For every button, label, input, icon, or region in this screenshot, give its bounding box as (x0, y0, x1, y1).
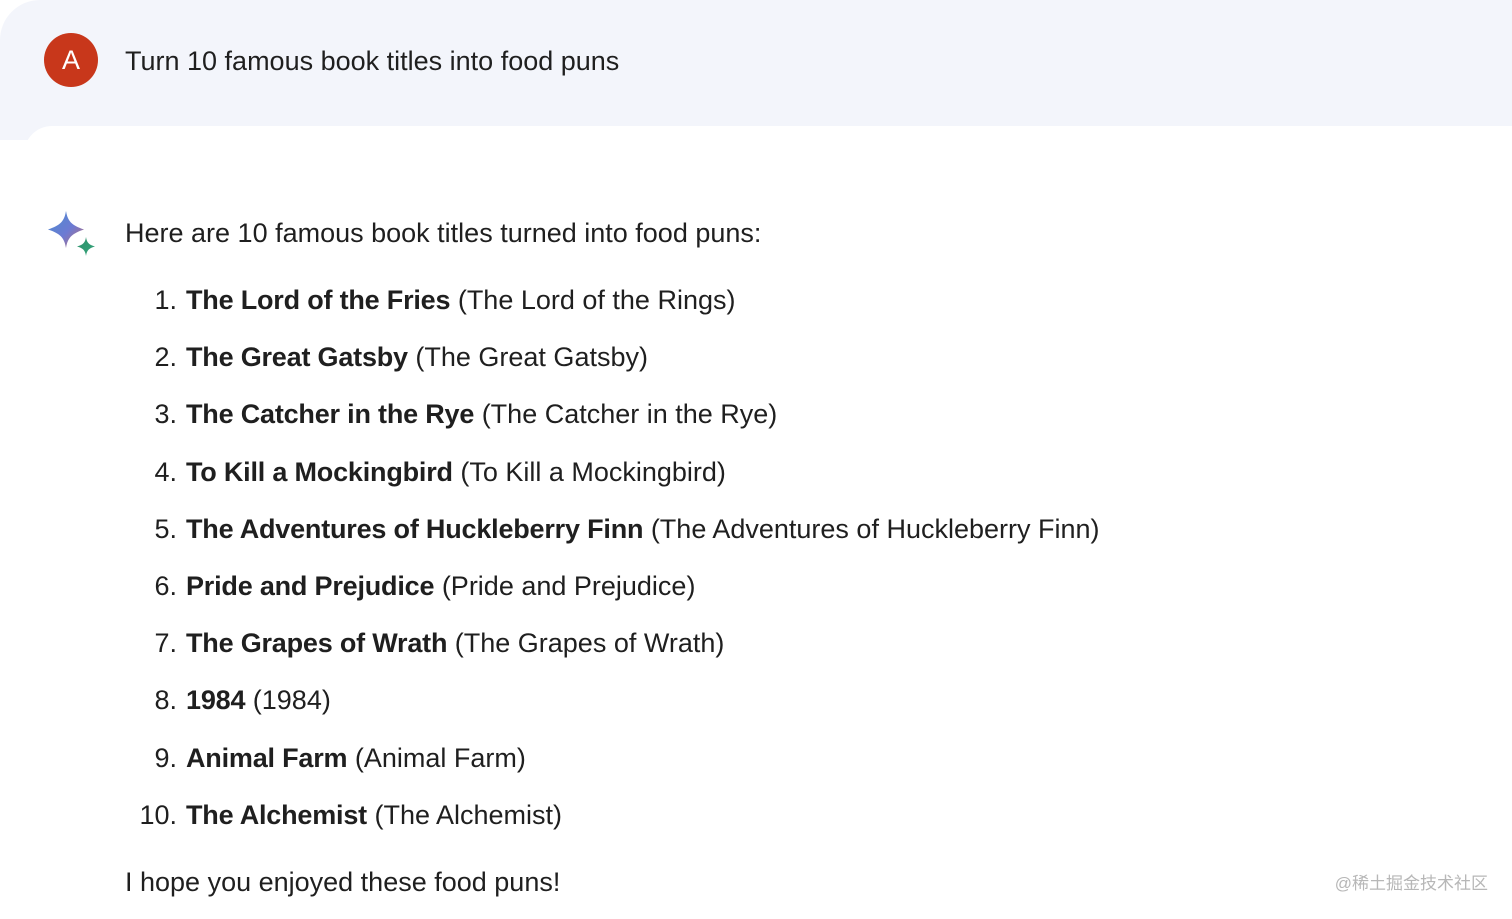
response-intro: Here are 10 famous book titles turned in… (125, 218, 762, 248)
pun-title: 1984 (186, 685, 246, 716)
original-title: (The Grapes of Wrath) (454, 628, 725, 659)
list-item-number: 8. (154, 685, 177, 716)
chat-page: A Turn 10 famous book titles into food p… (0, 0, 1512, 919)
gemini-sparkle-icon (48, 211, 95, 256)
pun-title: The Lord of the Fries (186, 285, 451, 315)
original-title: (The Adventures of Huckleberry Finn) (650, 513, 1100, 544)
original-title: (1984) (252, 685, 331, 716)
original-title: (The Alchemist) (374, 799, 563, 830)
pun-title: The Grapes of Wrath (186, 628, 448, 659)
list-item-number: 6. (154, 570, 177, 601)
list-item-number: 10. (139, 799, 177, 830)
pun-title: The Adventures of Huckleberry Finn (186, 513, 644, 544)
list-item-number: 1. (154, 285, 177, 315)
list-item-number: 2. (154, 342, 177, 373)
list-item-number: 4. (154, 456, 177, 487)
user-message-row: A Turn 10 famous book titles into food p… (0, 0, 1512, 140)
original-title: (The Catcher in the Rye) (481, 399, 778, 430)
original-title: (Pride and Prejudice) (441, 570, 696, 601)
pun-title: Pride and Prejudice (186, 570, 435, 601)
pun-title: The Great Gatsby (186, 342, 408, 373)
original-title: (Animal Farm) (354, 742, 526, 773)
avatar-letter: A (61, 44, 80, 75)
list-item-number: 9. (154, 742, 177, 773)
pun-title: Animal Farm (186, 742, 348, 773)
user-avatar[interactable]: A (44, 33, 98, 87)
list-item-number: 3. (154, 399, 177, 430)
list-item-number: 5. (154, 513, 177, 544)
original-title: (The Lord of the Rings) (457, 285, 736, 315)
response-outro: I hope you enjoyed these food puns! (125, 867, 561, 897)
pun-title: To Kill a Mockingbird (186, 456, 453, 487)
pun-title: The Alchemist (186, 799, 367, 830)
site-watermark: @稀土掘金技术社区 (1334, 874, 1488, 893)
pun-title: The Catcher in the Rye (186, 399, 475, 430)
list-item-number: 7. (154, 628, 177, 659)
user-prompt-text[interactable]: Turn 10 famous book titles into food pun… (125, 42, 619, 80)
original-title: (The Great Gatsby) (415, 342, 648, 373)
original-title: (To Kill a Mockingbird) (460, 456, 726, 487)
